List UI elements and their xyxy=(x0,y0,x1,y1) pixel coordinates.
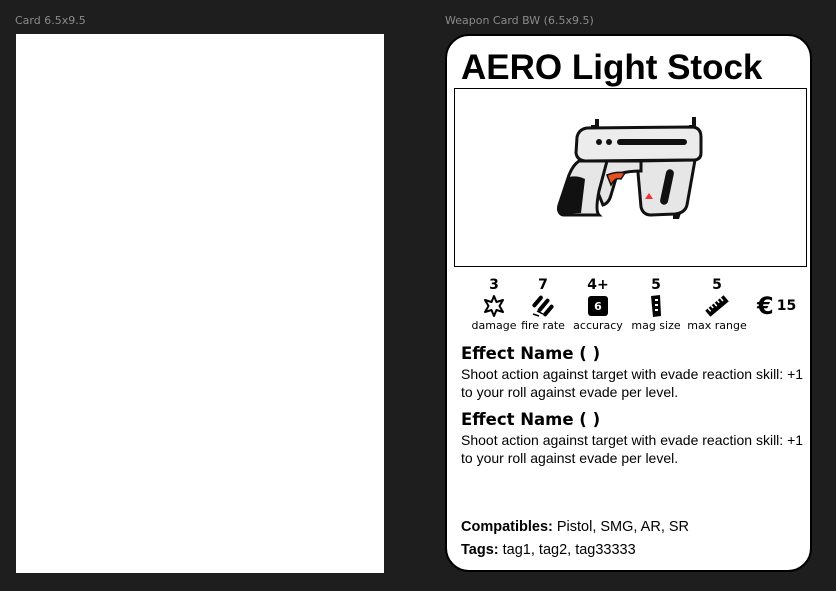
ruler-icon xyxy=(682,293,752,319)
d6-icon: 6 xyxy=(588,296,608,316)
compatibles-label: Compatibles: xyxy=(461,519,553,535)
stat-label-mag-size: mag size xyxy=(631,319,681,332)
card-title: AERO Light Stock xyxy=(461,48,763,87)
stat-value-mag-size: 5 xyxy=(651,277,661,293)
effect-text: Shoot action against target with evade r… xyxy=(461,432,804,466)
price: € 15 xyxy=(757,292,796,320)
stat-value-max-range: 5 xyxy=(712,277,722,293)
tags-line: Tags: tag1, tag2, tag33333 xyxy=(461,542,636,558)
stat-label-max-range: max range xyxy=(687,319,747,332)
die-face-value: 6 xyxy=(594,299,602,313)
stat-mag-size: 5 mag size xyxy=(621,277,691,332)
tags-label: Tags: xyxy=(461,542,499,558)
stats-row: 3 damage 7 fire rate 4+ 6 accuracy 5 mag… xyxy=(461,277,806,337)
weapon-card-frame[interactable]: AERO Light Stock 3 damage 7 fire rate 4+… xyxy=(445,34,812,572)
tags-value: tag1, tag2, tag33333 xyxy=(502,542,636,558)
effect-name: Effect Name ( ) xyxy=(461,344,601,363)
stat-max-range: 5 max range xyxy=(682,277,752,332)
effect-name: Effect Name ( ) xyxy=(461,410,601,429)
effect-block: Effect Name ( ) Shoot action against tar… xyxy=(461,344,806,401)
effect-text: Shoot action against target with evade r… xyxy=(461,366,804,400)
frame-label-weapon-card[interactable]: Weapon Card BW (6.5x9.5) xyxy=(445,14,594,27)
frame-label-card[interactable]: Card 6.5x9.5 xyxy=(15,14,86,27)
pistol-illustration xyxy=(557,117,703,219)
euro-icon: € xyxy=(757,292,774,320)
weapon-image-box xyxy=(454,88,807,267)
magazine-icon xyxy=(621,293,691,319)
price-value: 15 xyxy=(776,298,797,314)
blank-card-frame[interactable] xyxy=(16,34,384,573)
effect-block: Effect Name ( ) Shoot action against tar… xyxy=(461,410,806,467)
compatibles-value: Pistol, SMG, AR, SR xyxy=(556,519,690,535)
compatibles-line: Compatibles: Pistol, SMG, AR, SR xyxy=(461,519,689,535)
